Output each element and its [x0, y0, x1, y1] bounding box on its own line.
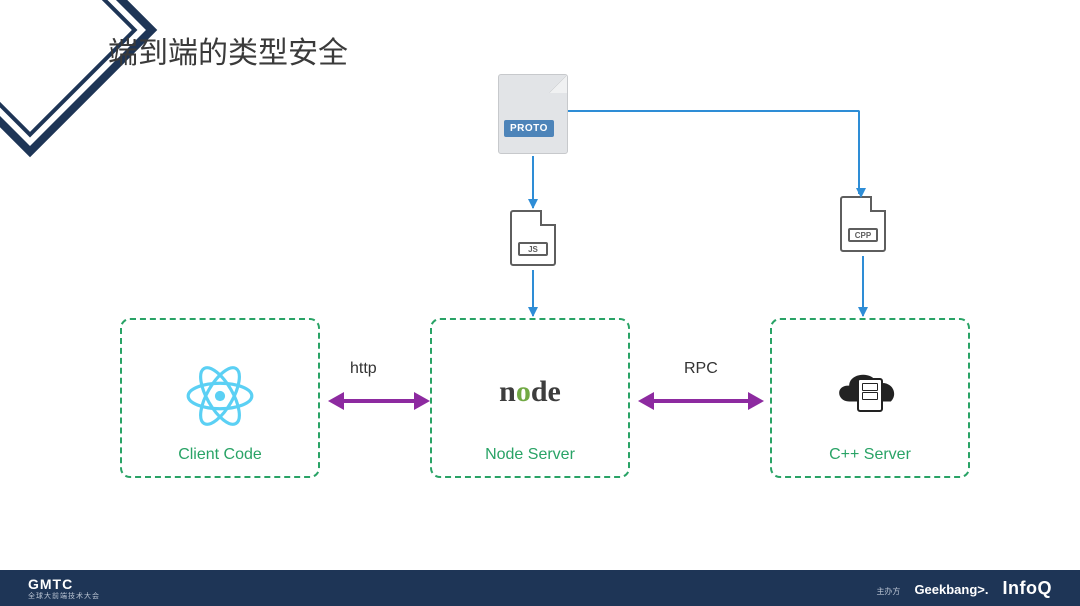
proto-badge: PROTO [504, 120, 554, 137]
diagram-stage: PROTO JS CPP Client Code node Node Serve… [0, 60, 1080, 566]
node-logo-o: o [516, 375, 531, 408]
footer-bar: GMTC 全球大前端技术大会 主办方 Geekbang>. InfoQ [0, 570, 1080, 606]
proto-file-icon [498, 74, 568, 154]
arrow-proto-to-cpp-head [856, 188, 866, 198]
client-code-box: Client Code [120, 318, 320, 478]
arrow-proto-to-cpp-line [568, 110, 860, 194]
node-logo-n: n [499, 375, 516, 408]
arrow-proto-to-js [532, 156, 534, 208]
footer-infoq: InfoQ [1003, 578, 1053, 599]
cpp-file-label: CPP [848, 228, 878, 242]
node-server-box: node Node Server [430, 318, 630, 478]
arrow-js-to-node [532, 270, 534, 316]
edge-label-http: http [350, 360, 377, 378]
js-file-label: JS [518, 242, 548, 256]
footer-brand: GMTC [28, 577, 100, 591]
footer-host-label: 主办方 [876, 586, 900, 597]
node-logo-de: de [531, 375, 561, 408]
js-file-node: JS [510, 210, 556, 266]
footer-right: 主办方 Geekbang>. InfoQ [876, 578, 1052, 599]
footer-geekbang: Geekbang>. [914, 582, 988, 597]
client-caption: Client Code [178, 446, 262, 464]
cpp-file-node: CPP [840, 196, 886, 252]
edge-label-rpc: RPC [684, 360, 718, 378]
proto-file-node: PROTO [498, 74, 568, 154]
node-caption: Node Server [485, 446, 575, 464]
arrow-cpp-to-server [862, 256, 864, 316]
cpp-server-box: C++ Server [770, 318, 970, 478]
react-icon [185, 361, 255, 436]
cloud-server-icon [827, 364, 913, 424]
nodejs-logo: node [499, 375, 561, 409]
footer-geekbang-text: Geekbang>. [914, 582, 988, 597]
footer-brand-sub: 全球大前端技术大会 [28, 593, 100, 600]
cpp-caption: C++ Server [829, 446, 911, 464]
arrow-http [328, 392, 430, 410]
arrow-rpc [638, 392, 764, 410]
footer-left: GMTC 全球大前端技术大会 [28, 577, 100, 600]
